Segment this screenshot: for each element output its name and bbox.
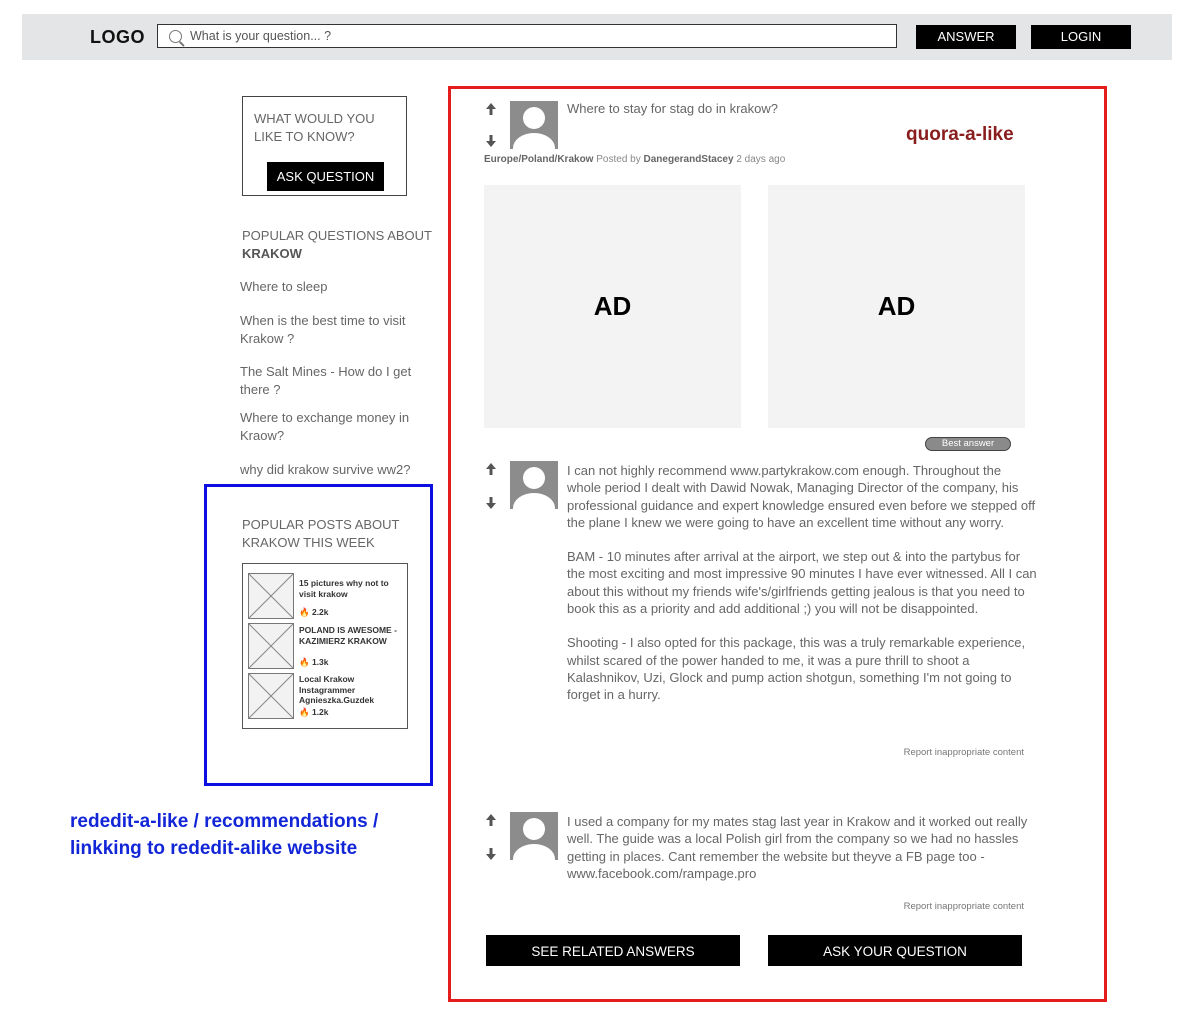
report-link[interactable]: Report inappropriate content bbox=[840, 901, 1024, 912]
post-title-link[interactable]: POLAND IS AWESOME - KAZIMIERZ KRAKOW bbox=[299, 625, 405, 646]
question-title: Where to stay for stag do in krakow? bbox=[567, 101, 778, 116]
see-related-answers-button[interactable]: SEE RELATED ANSWERS bbox=[486, 935, 740, 966]
popular-question-link[interactable]: Where to sleep bbox=[240, 278, 430, 296]
post-thumbnail-placeholder[interactable] bbox=[248, 623, 294, 669]
popular-questions-prefix: POPULAR QUESTIONS ABOUT bbox=[242, 228, 432, 243]
popular-question-link[interactable]: why did krakow survive ww2? bbox=[240, 461, 430, 479]
upvote-icon[interactable] bbox=[486, 103, 496, 115]
upvote-icon[interactable] bbox=[486, 814, 496, 826]
avatar[interactable] bbox=[510, 101, 558, 149]
post-title-link[interactable]: Local Krakow Instagrammer Agnieszka.Guzd… bbox=[299, 674, 405, 706]
question-meta: Europe/Poland/Krakow Posted by Danegeran… bbox=[484, 154, 785, 165]
answer-paragraph: BAM - 10 minutes after arrival at the ai… bbox=[567, 549, 1037, 617]
flame-icon: 🔥 bbox=[299, 607, 310, 617]
search-icon bbox=[169, 30, 182, 43]
post-count: 1.3k bbox=[311, 657, 329, 667]
post-thumbnail-placeholder[interactable] bbox=[248, 573, 294, 619]
avatar[interactable] bbox=[510, 812, 558, 860]
logo[interactable]: LOGO bbox=[90, 27, 145, 48]
downvote-icon[interactable] bbox=[486, 848, 496, 860]
answer-body: I can not highly recommend www.partykrak… bbox=[567, 462, 1037, 721]
ask-your-question-button[interactable]: ASK YOUR QUESTION bbox=[768, 935, 1022, 966]
ad-label: AD bbox=[877, 291, 916, 321]
answer-body: I used a company for my mates stag last … bbox=[567, 813, 1037, 899]
answer-paragraph: I used a company for my mates stag last … bbox=[567, 814, 1028, 881]
recommendations-annotation: rededit-a-like / recommendations / linkk… bbox=[70, 811, 379, 859]
report-link[interactable]: Report inappropriate content bbox=[840, 747, 1024, 758]
post-thumbnail-placeholder[interactable] bbox=[248, 673, 294, 719]
breadcrumb[interactable]: Europe/Poland/Krakow bbox=[484, 154, 593, 165]
login-button[interactable]: LOGIN bbox=[1031, 25, 1131, 49]
ask-box-title: WHAT WOULD YOU LIKE TO KNOW? bbox=[254, 111, 375, 144]
post-title-link[interactable]: 15 pictures why not to visit krakow bbox=[299, 578, 405, 599]
downvote-icon[interactable] bbox=[486, 135, 496, 147]
best-answer-badge: Best answer bbox=[925, 437, 1011, 451]
popular-question-link[interactable]: When is the best time to visit Krakow ? bbox=[240, 312, 430, 348]
popular-question-link[interactable]: The Salt Mines - How do I get there ? bbox=[240, 363, 430, 399]
post-count: 2.2k bbox=[311, 607, 329, 617]
ad-placeholder[interactable]: AD bbox=[484, 185, 741, 428]
qa-annotation: quora-a-like bbox=[906, 124, 1014, 145]
upvote-icon[interactable] bbox=[486, 463, 496, 475]
avatar[interactable] bbox=[510, 461, 558, 509]
answer-paragraph: I can not highly recommend www.partykrak… bbox=[567, 463, 1036, 530]
answer-paragraph: Shooting - I also opted for this package… bbox=[567, 635, 1026, 703]
popular-questions-title: POPULAR QUESTIONS ABOUT KRAKOW bbox=[242, 227, 432, 263]
post-count: 1.2k bbox=[311, 707, 329, 717]
popular-posts-title: POPULAR POSTS ABOUT KRAKOW THIS WEEK bbox=[242, 517, 400, 550]
post-time: 2 days ago bbox=[736, 154, 786, 165]
popular-questions-city: KRAKOW bbox=[242, 246, 302, 261]
post-popularity: 🔥 1.2k bbox=[299, 707, 329, 718]
ad-placeholder[interactable]: AD bbox=[768, 185, 1025, 428]
author-link[interactable]: DanegerandStacey bbox=[644, 154, 734, 165]
downvote-icon[interactable] bbox=[486, 497, 496, 509]
ad-label: AD bbox=[593, 291, 632, 321]
post-popularity: 🔥 1.3k bbox=[299, 657, 329, 668]
flame-icon: 🔥 bbox=[299, 707, 310, 717]
post-popularity: 🔥 2.2k bbox=[299, 607, 329, 618]
answer-button[interactable]: ANSWER bbox=[916, 25, 1016, 49]
search-input[interactable] bbox=[190, 27, 870, 45]
flame-icon: 🔥 bbox=[299, 657, 310, 667]
posted-by-label: Posted by bbox=[596, 154, 641, 165]
ask-question-button[interactable]: ASK QUESTION bbox=[267, 162, 384, 191]
popular-question-link[interactable]: Where to exchange money in Kraow? bbox=[240, 409, 430, 445]
